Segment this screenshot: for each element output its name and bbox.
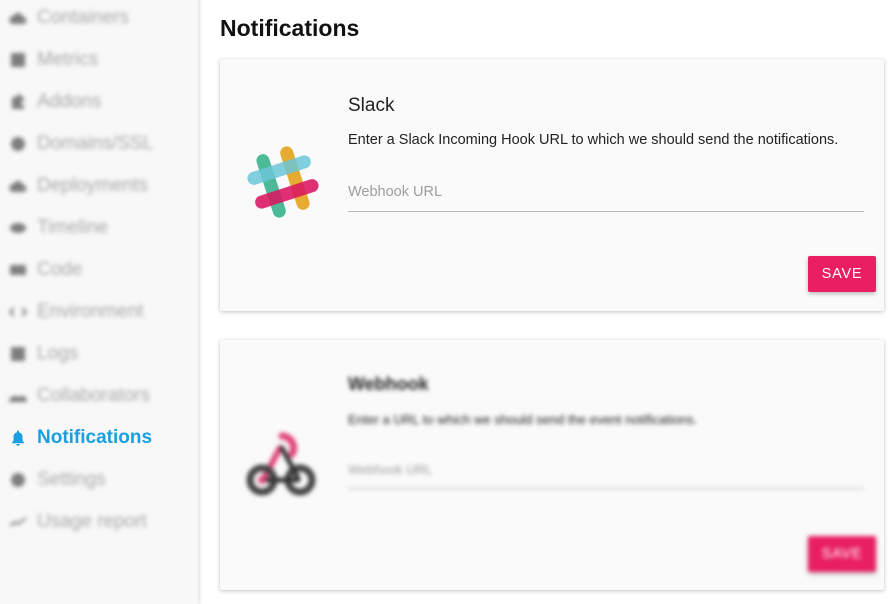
sidebar-item-label: Containers (37, 7, 129, 28)
sidebar-item-code[interactable]: Code (0, 249, 198, 291)
cloud-upload-icon (8, 176, 28, 196)
sidebar-item-label: Deployments (37, 175, 148, 196)
webhook-url-input[interactable] (348, 450, 864, 489)
slack-save-button[interactable]: SAVE (808, 256, 876, 292)
puzzle-icon (8, 92, 28, 112)
sidebar-item-label: Timeline (37, 217, 109, 238)
slack-logo-icon (238, 137, 328, 227)
webhook-description: Enter a URL to which we should send the … (348, 412, 698, 427)
sidebar-item-usage-report[interactable]: Usage report (0, 501, 198, 543)
metrics-icon (8, 50, 28, 70)
webhook-card: Webhook Enter a URL to which we should s… (220, 340, 884, 590)
sidebar-item-deployments[interactable]: Deployments (0, 165, 198, 207)
sidebar-item-collaborators[interactable]: Collaborators (0, 375, 198, 417)
sidebar-item-label: Collaborators (37, 385, 150, 406)
environment-icon (8, 302, 28, 322)
sidebar-item-notifications[interactable]: Notifications (0, 417, 198, 459)
webhook-logo-icon (242, 426, 332, 516)
trending-icon (8, 512, 28, 532)
sidebar-item-label: Notifications (37, 427, 153, 448)
gear-icon (8, 470, 28, 490)
logs-icon (8, 344, 28, 364)
cloud-icon (8, 8, 28, 28)
sidebar-item-label: Addons (37, 91, 102, 112)
sidebar-item-timeline[interactable]: Timeline (0, 207, 198, 249)
globe-icon (8, 134, 28, 154)
sidebar-item-label: Code (37, 259, 83, 280)
slack-title: Slack (348, 95, 395, 116)
main-content: Notifications Slack Enter a Slack Incomi… (200, 0, 894, 604)
eye-icon (8, 218, 28, 238)
webhook-save-button[interactable]: SAVE (808, 536, 876, 572)
slack-card: Slack Enter a Slack Incoming Hook URL to… (220, 59, 884, 311)
sidebar-item-domains-ssl[interactable]: Domains/SSL (0, 123, 198, 165)
sidebar-item-environment[interactable]: Environment (0, 291, 198, 333)
sidebar-nav: Containers Metrics Addons Domains/SSL De… (0, 0, 198, 543)
slack-description: Enter a Slack Incoming Hook URL to which… (348, 132, 839, 148)
sidebar-item-label: Logs (37, 343, 79, 364)
sidebar-item-addons[interactable]: Addons (0, 81, 198, 123)
sidebar-item-label: Environment (37, 301, 144, 322)
sidebar-item-containers[interactable]: Containers (0, 0, 198, 39)
sidebar-item-label: Domains/SSL (37, 133, 154, 154)
slack-webhook-url-input[interactable] (348, 173, 864, 212)
code-icon (8, 260, 28, 280)
sidebar-item-label: Usage report (37, 511, 147, 532)
sidebar-item-label: Settings (37, 469, 106, 490)
page-title: Notifications (220, 15, 360, 41)
sidebar: Containers Metrics Addons Domains/SSL De… (0, 0, 199, 604)
people-icon (8, 386, 28, 406)
sidebar-item-logs[interactable]: Logs (0, 333, 198, 375)
webhook-card-content: Webhook Enter a URL to which we should s… (220, 340, 884, 590)
sidebar-item-settings[interactable]: Settings (0, 459, 198, 501)
sidebar-item-metrics[interactable]: Metrics (0, 39, 198, 81)
bell-icon (8, 428, 28, 448)
webhook-title: Webhook (348, 374, 429, 394)
sidebar-item-label: Metrics (37, 49, 99, 70)
